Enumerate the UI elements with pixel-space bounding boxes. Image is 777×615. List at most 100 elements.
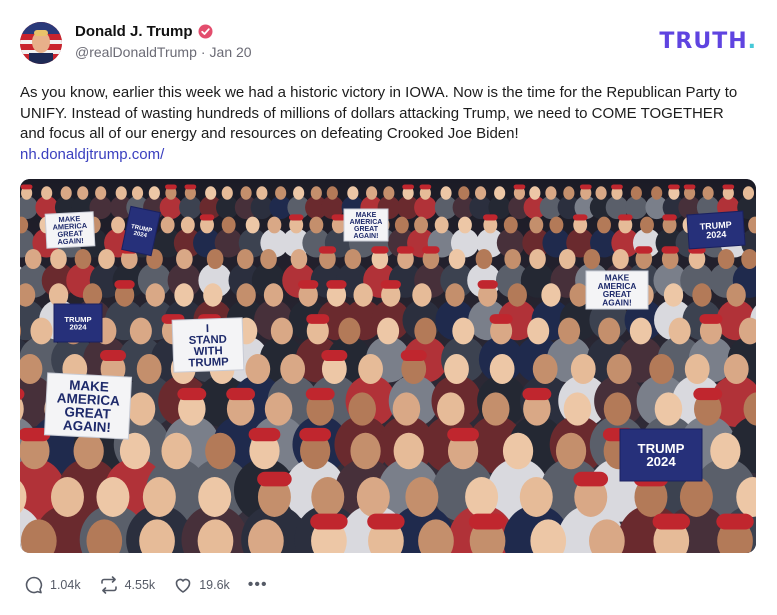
red-cap xyxy=(288,214,304,221)
red-cap xyxy=(573,471,609,487)
like-button[interactable]: 19.6k xyxy=(173,575,230,595)
crowd-face xyxy=(504,248,521,270)
crowd-face xyxy=(148,186,160,200)
red-cap xyxy=(371,246,389,254)
crowd-face xyxy=(366,186,378,200)
crowd-face xyxy=(558,248,576,270)
red-cap xyxy=(318,246,337,254)
red-cap xyxy=(310,513,348,530)
crowd-face xyxy=(256,186,268,200)
red-cap xyxy=(184,184,197,190)
post-header: Donald J. Trump @realDonaldTrump · Jan 20 … xyxy=(20,20,757,66)
crowd-face xyxy=(198,477,232,517)
rally-sign: MAKEAMERICAGREATAGAIN! xyxy=(585,270,649,310)
retruth-button[interactable]: 4.55k xyxy=(99,575,155,595)
post-image[interactable]: MAKEAMERICAGREATAGAIN! TRUMP2024 ISTANDWIT… xyxy=(20,179,756,553)
red-cap xyxy=(618,214,633,221)
red-cap xyxy=(248,427,281,442)
red-cap xyxy=(513,184,526,190)
crowd-face xyxy=(142,477,176,517)
crowd-face xyxy=(129,317,152,345)
red-cap xyxy=(114,280,135,289)
crowd-face xyxy=(527,317,550,345)
crowd-face xyxy=(663,283,684,307)
crowd-face xyxy=(206,248,224,270)
truth-logo[interactable]: TRUTH. xyxy=(659,29,757,54)
crowd-face xyxy=(24,248,42,270)
rally-sign: TRUMP2024 xyxy=(53,303,103,343)
red-cap xyxy=(572,214,588,221)
crowd-face xyxy=(563,392,592,426)
red-cap xyxy=(483,214,498,221)
display-name[interactable]: Donald J. Trump xyxy=(75,23,193,40)
crowd-face xyxy=(377,317,400,345)
crowd-face xyxy=(412,283,432,307)
red-cap xyxy=(199,214,215,221)
crowd-face xyxy=(356,477,390,517)
crowd-face xyxy=(275,186,287,200)
crowd-face xyxy=(436,392,465,426)
crowd-face xyxy=(503,216,518,234)
handle[interactable]: @realDonaldTrump xyxy=(75,44,197,60)
crowd-face xyxy=(414,317,437,345)
red-cap xyxy=(477,280,498,289)
crowd-face xyxy=(597,216,611,234)
crowd-face xyxy=(742,186,755,200)
red-cap xyxy=(20,184,33,190)
red-cap xyxy=(652,513,691,530)
crowd-face xyxy=(654,392,683,426)
rally-sign: TRUMP2024 xyxy=(686,210,746,250)
red-cap xyxy=(611,184,623,190)
crowd-face xyxy=(96,477,130,517)
red-cap xyxy=(693,387,723,401)
red-cap xyxy=(419,184,432,190)
crowd-face xyxy=(145,283,165,307)
crowd-face xyxy=(541,283,561,307)
crowd-face xyxy=(82,283,103,307)
red-cap xyxy=(668,184,680,190)
rally-sign: ISTANDWITHTRUMP xyxy=(171,317,245,373)
crowd-face xyxy=(161,432,192,470)
crowd-face xyxy=(293,186,305,200)
crowd-face xyxy=(448,248,466,270)
crowd-face xyxy=(131,186,144,200)
crowd-face xyxy=(529,248,546,270)
crowd-face xyxy=(457,216,472,234)
crowd-face xyxy=(702,186,714,200)
crowd-face xyxy=(555,432,587,470)
red-cap xyxy=(716,513,754,530)
crowd-face xyxy=(434,216,449,234)
crowd-face xyxy=(519,477,553,517)
crowd-face xyxy=(326,186,338,200)
red-cap xyxy=(306,314,330,324)
crowd-face xyxy=(507,283,527,307)
crowd-face xyxy=(606,354,632,384)
crowd-face xyxy=(558,317,581,345)
crowd-face xyxy=(489,354,515,384)
crowd-face xyxy=(115,186,127,200)
crowd-face xyxy=(263,283,284,307)
post-link[interactable]: nh.donaldjtrump.com/ xyxy=(20,145,750,166)
crowd-face xyxy=(136,354,162,384)
crowd-face xyxy=(95,186,107,200)
crowd-face xyxy=(353,283,373,307)
crowd-face xyxy=(205,186,217,200)
crowd-face xyxy=(344,248,362,270)
crowd-face xyxy=(583,248,601,270)
red-cap xyxy=(257,471,292,487)
crowd-face xyxy=(529,186,541,200)
post-date[interactable]: Jan 20 xyxy=(210,44,252,60)
more-icon[interactable]: ••• xyxy=(248,576,268,594)
red-cap xyxy=(321,350,348,361)
like-icon xyxy=(173,575,193,595)
reply-button[interactable]: 1.04k xyxy=(24,575,81,595)
red-cap xyxy=(722,184,735,190)
red-cap xyxy=(226,387,256,401)
crowd-face xyxy=(350,432,381,470)
crowd-face xyxy=(50,477,84,517)
crowd-face xyxy=(529,216,544,234)
crowd-face xyxy=(563,186,575,200)
red-cap xyxy=(299,427,332,442)
crowd-face xyxy=(603,392,632,426)
avatar[interactable] xyxy=(20,22,62,64)
